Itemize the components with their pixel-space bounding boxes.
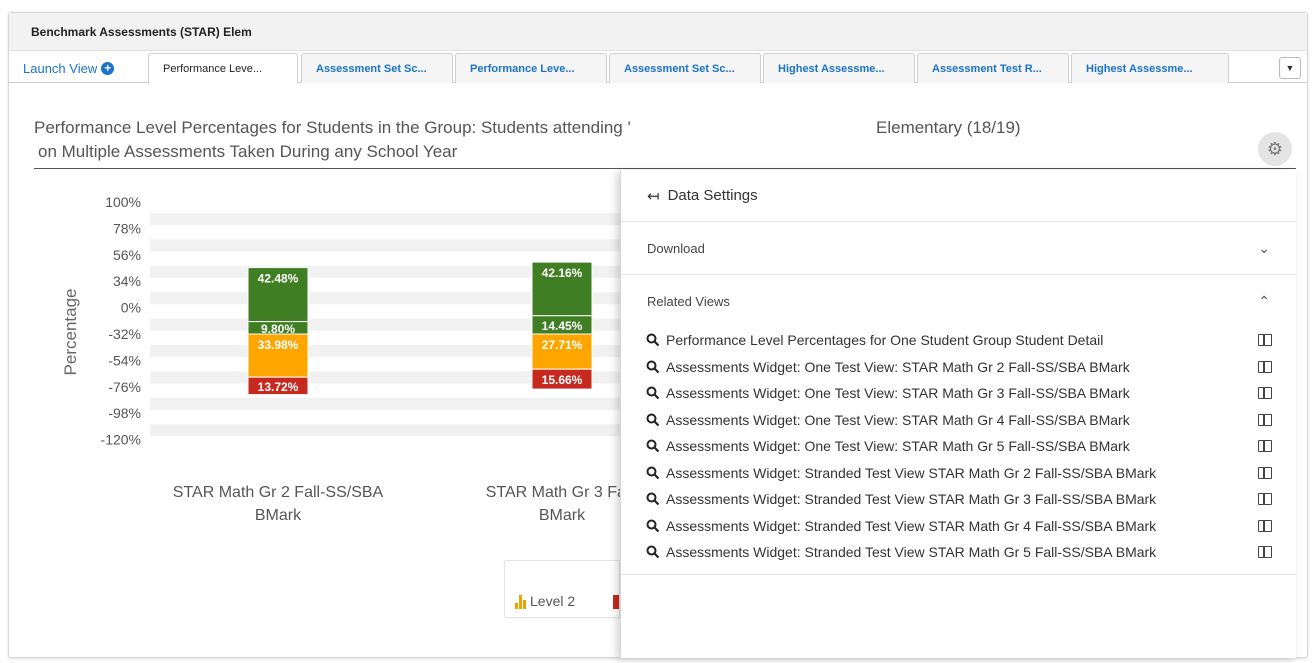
related-view-item[interactable]: Performance Level Percentages for One St… — [621, 327, 1296, 354]
bar-value-label: 15.66% — [542, 373, 583, 387]
category-label: STAR Math Gr 2 Fall-SS/SBA — [173, 484, 384, 501]
related-view-item[interactable]: Assessments Widget: One Test View: STAR … — [621, 433, 1296, 460]
category-label: BMark — [539, 507, 586, 524]
related-view-item[interactable]: Assessments Widget: Stranded Test View S… — [621, 539, 1296, 566]
related-view-item[interactable]: Assessments Widget: One Test View: STAR … — [621, 354, 1296, 381]
related-view-label: Assessments Widget: Stranded Test View S… — [666, 544, 1157, 561]
open-panel-icon[interactable] — [1258, 466, 1272, 479]
related-view-item[interactable]: Assessments Widget: One Test View: STAR … — [621, 380, 1296, 407]
y-axis-title: Percentage — [61, 289, 80, 376]
search-icon — [646, 333, 660, 347]
bar-value-label: 42.48% — [258, 272, 299, 286]
bar-value-label: 42.16% — [542, 266, 583, 280]
related-views-toggle[interactable]: Related Views ⌃ — [621, 275, 1296, 327]
related-view-item[interactable]: Assessments Widget: Stranded Test View S… — [621, 486, 1296, 513]
related-view-label: Assessments Widget: Stranded Test View S… — [666, 517, 1157, 534]
chevron-down-icon: ⌄ — [1258, 239, 1270, 256]
grid-band — [150, 397, 622, 410]
y-tick-label: -98% — [108, 405, 141, 421]
search-icon — [646, 439, 660, 453]
grid-band — [150, 239, 622, 252]
y-tick-label: -54% — [108, 352, 141, 368]
related-view-label: Assessments Widget: One Test View: STAR … — [666, 438, 1130, 455]
category-labels: STAR Math Gr 2 Fall-SS/SBA BMark STAR Math… — [173, 484, 639, 524]
open-panel-icon[interactable] — [1258, 519, 1272, 532]
download-section: Download ⌄ — [621, 222, 1296, 275]
open-panel-icon[interactable] — [1258, 546, 1272, 559]
y-tick-label: 34% — [113, 273, 141, 289]
open-panel-icon[interactable] — [1258, 360, 1272, 373]
y-tick-label: 100% — [105, 194, 141, 210]
bar-value-label: 13.72% — [258, 380, 299, 394]
y-tick-label: 78% — [113, 220, 141, 236]
chart-legend: Level 2 — [504, 560, 620, 618]
related-view-label: Assessments Widget: Stranded Test View S… — [666, 464, 1157, 481]
search-icon — [646, 545, 660, 559]
related-view-label: Performance Level Percentages for One St… — [666, 332, 1104, 349]
y-tick-label: 0% — [121, 300, 141, 316]
category-label: BMark — [255, 507, 302, 524]
related-view-label: Assessments Widget: One Test View: STAR … — [666, 385, 1130, 402]
related-view-item[interactable]: Assessments Widget: Stranded Test View S… — [621, 460, 1296, 487]
y-tick-label: -32% — [108, 326, 141, 342]
open-panel-icon[interactable] — [1258, 387, 1272, 400]
search-icon — [646, 386, 660, 400]
grid-band — [150, 424, 622, 437]
related-views-section: Related Views ⌃ Performance Level Percen… — [621, 275, 1296, 575]
data-settings-panel: ↤ Data Settings Download ⌄ Related Views… — [620, 170, 1296, 658]
search-icon — [646, 360, 660, 374]
legend-label: Level 2 — [530, 593, 576, 609]
y-tick-label: -120% — [101, 432, 141, 448]
category-label: STAR Math Gr 3 Fall- — [486, 484, 639, 501]
search-icon — [646, 519, 660, 533]
related-views-list: Performance Level Percentages for One St… — [621, 327, 1296, 574]
related-view-item[interactable]: Assessments Widget: Stranded Test View S… — [621, 513, 1296, 540]
related-view-label: Assessments Widget: Stranded Test View S… — [666, 491, 1157, 508]
open-panel-icon[interactable] — [1258, 440, 1272, 453]
y-axis-ticks: 100% 78% 56% 34% 0% -32% -54% -76% -98% -120% — [101, 194, 141, 448]
download-toggle[interactable]: Download ⌄ — [621, 222, 1296, 274]
search-icon — [646, 466, 660, 480]
related-views-label: Related Views — [647, 293, 730, 309]
legend-next-swatch — [613, 595, 619, 609]
related-view-label: Assessments Widget: One Test View: STAR … — [666, 358, 1130, 375]
search-icon — [646, 492, 660, 506]
open-panel-icon[interactable] — [1258, 334, 1272, 347]
open-panel-icon[interactable] — [1258, 493, 1272, 506]
data-settings-title: Data Settings — [667, 187, 758, 204]
y-tick-label: 56% — [113, 247, 141, 263]
bar-value-label: 33.98% — [258, 338, 299, 352]
search-icon — [646, 413, 660, 427]
legend-item-level-2[interactable]: Level 2 — [515, 593, 575, 609]
bar-chart-icon — [515, 595, 526, 609]
data-settings-header[interactable]: ↤ Data Settings — [621, 170, 1296, 222]
grid-band — [150, 213, 622, 225]
open-panel-icon[interactable] — [1258, 413, 1272, 426]
download-label: Download — [647, 240, 705, 256]
related-view-label: Assessments Widget: One Test View: STAR … — [666, 411, 1130, 428]
bar-value-label: 14.45% — [542, 319, 583, 333]
bar-value-label: 27.71% — [542, 338, 583, 352]
chevron-up-icon: ⌃ — [1258, 292, 1270, 309]
collapse-left-icon: ↤ — [647, 187, 660, 205]
related-view-item[interactable]: Assessments Widget: One Test View: STAR … — [621, 407, 1296, 434]
y-tick-label: -76% — [108, 379, 141, 395]
